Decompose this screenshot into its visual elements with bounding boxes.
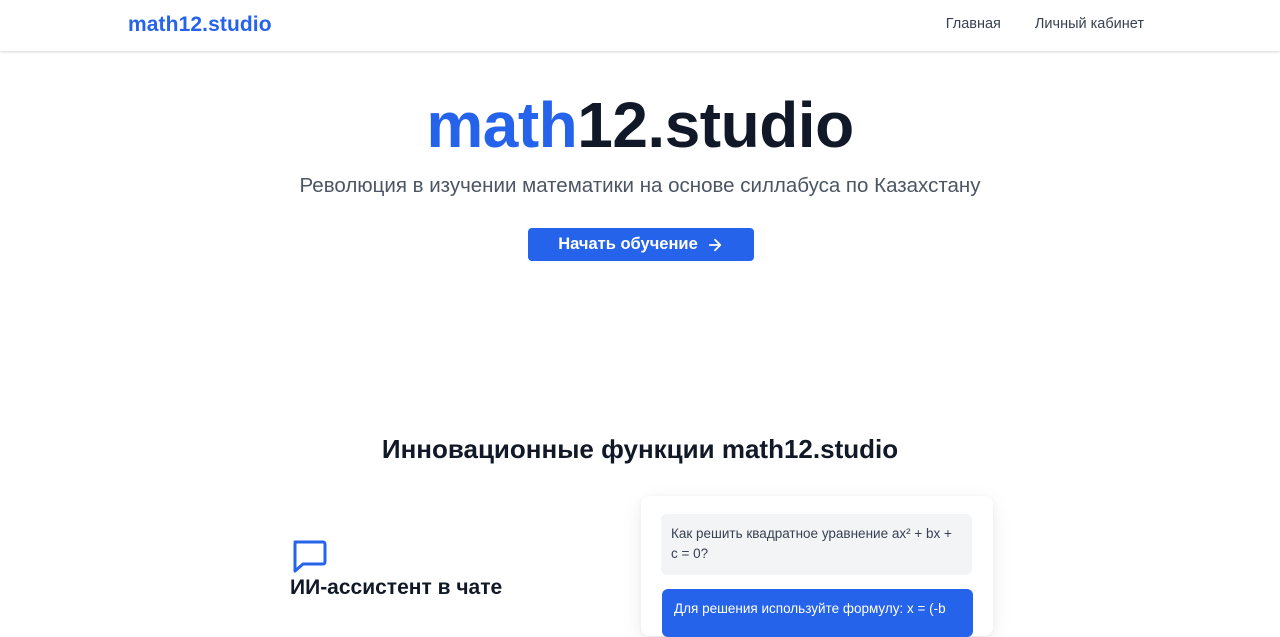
hero-subtitle: Революция в изучении математики на основ… [299, 174, 981, 197]
start-learning-label: Начать обучение [558, 235, 698, 253]
chat-question-bubble: Как решить квадратное уравнение ax² + bx… [661, 514, 972, 575]
hero-title-rest: 12.studio [577, 89, 854, 161]
features-title: Инновационные функции math12.studio [381, 434, 899, 464]
site-logo[interactable]: math12.studio [128, 13, 272, 37]
chat-bubble-icon [293, 540, 327, 573]
chat-answer-bubble: Для решения используйте формулу: x = (-b [662, 589, 973, 637]
arrow-right-icon [708, 238, 721, 251]
start-learning-button[interactable]: Начать обучение [528, 228, 754, 261]
nav-link-account[interactable]: Личный кабинет [1035, 16, 1144, 32]
hero-title-accent: math [426, 89, 578, 161]
nav-link-home[interactable]: Главная [946, 16, 1001, 32]
site-header: math12.studio Главная Личный кабинет [0, 0, 1280, 51]
main-nav: Главная Личный кабинет [946, 16, 1144, 32]
chat-demo-card: Как решить квадратное уравнение ax² + bx… [641, 496, 993, 637]
hero-title: math12.studio [0, 86, 1280, 164]
feature-title-ai-assistant: ИИ-ассистент в чате [290, 576, 503, 599]
